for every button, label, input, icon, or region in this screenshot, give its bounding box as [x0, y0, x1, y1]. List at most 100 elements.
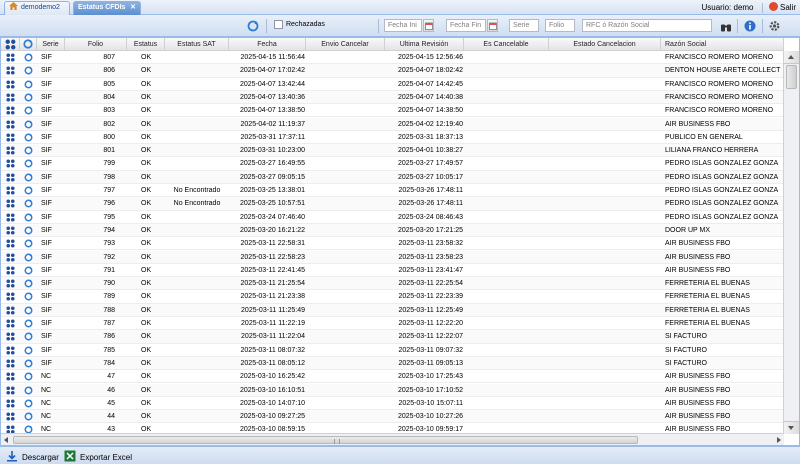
scroll-up-button[interactable]	[784, 51, 799, 64]
descargar-button[interactable]: Descargar	[6, 450, 59, 462]
row-details-icon[interactable]	[6, 372, 15, 381]
table-row[interactable]: SIF 800 OK 2025-03-31 17:37:11 2025-03-31 18…	[1, 131, 784, 145]
col-estado-cancelacion[interactable]: Estado Cancelacion	[549, 38, 661, 51]
table-row[interactable]: SIF 787 OK 2025-03-11 11:22:19 2025-03-11 12…	[1, 317, 784, 331]
table-row[interactable]: SIF 804 OK 2025-04-07 13:40:36 2025-04-07 14…	[1, 90, 784, 105]
refresh-icon[interactable]	[24, 266, 33, 275]
tab-home[interactable]: demodemo2	[4, 1, 70, 15]
table-row[interactable]: NC 47 OK 2025-03-10 16:25:42 2025-03-10 17:2…	[1, 370, 784, 384]
col-estatus[interactable]: Estatus	[127, 38, 165, 51]
refresh-icon[interactable]	[24, 412, 33, 421]
table-row[interactable]: SIF 803 OK 2025-04-07 13:38:50 2025-04-07 14…	[1, 104, 784, 118]
row-details-icon[interactable]	[6, 332, 15, 341]
refresh-icon[interactable]	[24, 199, 33, 208]
table-row[interactable]: SIF 801 OK 2025-03-31 10:23:00 2025-04-01 10…	[1, 144, 784, 158]
table-row[interactable]: NC 45 OK 2025-03-10 14:07:10 2025-03-10 15:0…	[1, 397, 784, 411]
calendar-icon[interactable]	[423, 19, 434, 32]
refresh-icon[interactable]	[24, 53, 33, 62]
table-row[interactable]: SIF 805 OK 2025-04-07 13:42:44 2025-04-07 14…	[1, 78, 784, 91]
col-envio-cancelar[interactable]: Envio Cancelar	[306, 38, 385, 51]
table-row[interactable]: SIF 796 OK No Encontrado 2025-03-25 10:57:51…	[1, 197, 784, 211]
exit-button[interactable]: Salir	[768, 2, 796, 12]
col-serie[interactable]: Serie	[37, 38, 65, 51]
row-details-icon[interactable]	[6, 319, 15, 328]
info-icon[interactable]	[744, 19, 756, 33]
serie-field[interactable]: Serie	[509, 19, 539, 32]
scroll-thumb[interactable]	[13, 436, 638, 444]
row-details-icon[interactable]	[6, 106, 15, 115]
row-details-icon[interactable]	[6, 239, 15, 248]
row-details-icon[interactable]	[6, 80, 15, 89]
col-es-cancelable[interactable]: Es Cancelable	[464, 38, 549, 51]
refresh-icon[interactable]	[24, 213, 33, 222]
row-details-icon[interactable]	[6, 173, 15, 182]
table-row[interactable]: NC 44 OK 2025-03-10 09:27:25 2025-03-10 10:2…	[1, 410, 784, 424]
refresh-icon[interactable]	[24, 186, 33, 195]
row-details-icon[interactable]	[6, 399, 15, 408]
scroll-left-button[interactable]	[4, 437, 8, 443]
table-row[interactable]: SIF 795 OK 2025-03-24 07:46:40 2025-03-24 08…	[1, 211, 784, 224]
table-row[interactable]: SIF 794 OK 2025-03-20 16:21:22 2025-03-20 17…	[1, 223, 784, 238]
row-details-icon[interactable]	[6, 159, 15, 168]
scroll-down-button[interactable]	[784, 421, 799, 434]
col-folio[interactable]: Folio	[65, 38, 127, 51]
refresh-icon[interactable]	[24, 359, 33, 368]
table-row[interactable]: SIF 799 OK 2025-03-27 16:49:55 2025-03-27 17…	[1, 157, 784, 171]
table-row[interactable]: SIF 786 OK 2025-03-11 11:22:04 2025-03-11 12…	[1, 330, 784, 344]
row-details-icon[interactable]	[6, 346, 15, 355]
table-row[interactable]: SIF 791 OK 2025-03-11 22:41:45 2025-03-11 23…	[1, 264, 784, 278]
refresh-icon[interactable]	[24, 372, 33, 381]
row-details-icon[interactable]	[6, 53, 15, 62]
refresh-icon[interactable]	[24, 239, 33, 248]
row-details-icon[interactable]	[6, 186, 15, 195]
refresh-icon[interactable]	[24, 93, 33, 102]
row-details-icon[interactable]	[6, 412, 15, 421]
row-details-icon[interactable]	[6, 279, 15, 288]
row-details-icon[interactable]	[6, 66, 15, 75]
fecha-fin-field[interactable]: Fecha Fin	[446, 19, 486, 32]
col-razon-social[interactable]: Razón Social	[661, 38, 784, 51]
exportar-excel-button[interactable]: Exportar Excel	[64, 450, 132, 462]
gear-icon[interactable]	[768, 19, 781, 33]
row-details-icon[interactable]	[6, 133, 15, 142]
calendar-icon[interactable]	[487, 19, 498, 32]
refresh-icon[interactable]	[24, 399, 33, 408]
refresh-icon[interactable]	[24, 279, 33, 288]
header-refresh[interactable]	[20, 38, 37, 51]
refresh-icon[interactable]	[24, 332, 33, 341]
refresh-icon[interactable]	[24, 173, 33, 182]
table-row[interactable]: SIF 789 OK 2025-03-11 21:23:38 2025-03-11 22…	[1, 290, 784, 304]
refresh-icon[interactable]	[24, 66, 33, 75]
row-details-icon[interactable]	[6, 213, 15, 222]
row-details-icon[interactable]	[6, 93, 15, 102]
refresh-icon[interactable]	[24, 319, 33, 328]
table-row[interactable]: SIF 793 OK 2025-03-11 22:58:31 2025-03-11 23…	[1, 237, 784, 251]
table-row[interactable]: SIF 785 OK 2025-03-11 08:07:32 2025-03-11 09…	[1, 344, 784, 357]
refresh-icon[interactable]	[24, 80, 33, 89]
row-details-icon[interactable]	[6, 199, 15, 208]
refresh-icon[interactable]	[24, 226, 33, 235]
refresh-icon[interactable]	[24, 133, 33, 142]
row-details-icon[interactable]	[6, 146, 15, 155]
row-details-icon[interactable]	[6, 306, 15, 315]
scroll-right-button[interactable]	[777, 437, 781, 443]
close-icon[interactable]: ✕	[130, 2, 136, 14]
refresh-icon[interactable]	[24, 253, 33, 262]
table-row[interactable]: SIF 792 OK 2025-03-11 22:58:23 2025-03-11 23…	[1, 250, 784, 264]
row-details-icon[interactable]	[6, 385, 15, 395]
refresh-icon[interactable]	[24, 159, 33, 168]
row-details-icon[interactable]	[6, 226, 15, 235]
table-row[interactable]: NC 46 OK 2025-03-10 16:10:51 2025-03-10 17:1…	[1, 383, 784, 397]
table-row[interactable]: SIF 798 OK 2025-03-27 09:05:15 2025-03-27 10…	[1, 170, 784, 184]
refresh-icon[interactable]	[24, 120, 33, 129]
fecha-ini-field[interactable]: Fecha Ini	[384, 19, 422, 32]
refresh-icon[interactable]	[24, 346, 33, 355]
table-row[interactable]: SIF 784 OK 2025-03-11 08:05:12 2025-03-11 09…	[1, 356, 784, 371]
folio-field[interactable]: Folio	[545, 19, 575, 32]
row-details-icon[interactable]	[6, 119, 15, 129]
rfc-search-field[interactable]: RFC ó Razón Social	[582, 19, 712, 32]
table-row[interactable]: SIF 807 OK 2025-04-15 11:56:44 2025-04-15 12…	[1, 51, 784, 65]
binoculars-icon[interactable]	[720, 20, 732, 34]
col-fecha[interactable]: Fecha	[229, 38, 306, 51]
table-row[interactable]: SIF 790 OK 2025-03-11 21:25:54 2025-03-11 22…	[1, 277, 784, 291]
